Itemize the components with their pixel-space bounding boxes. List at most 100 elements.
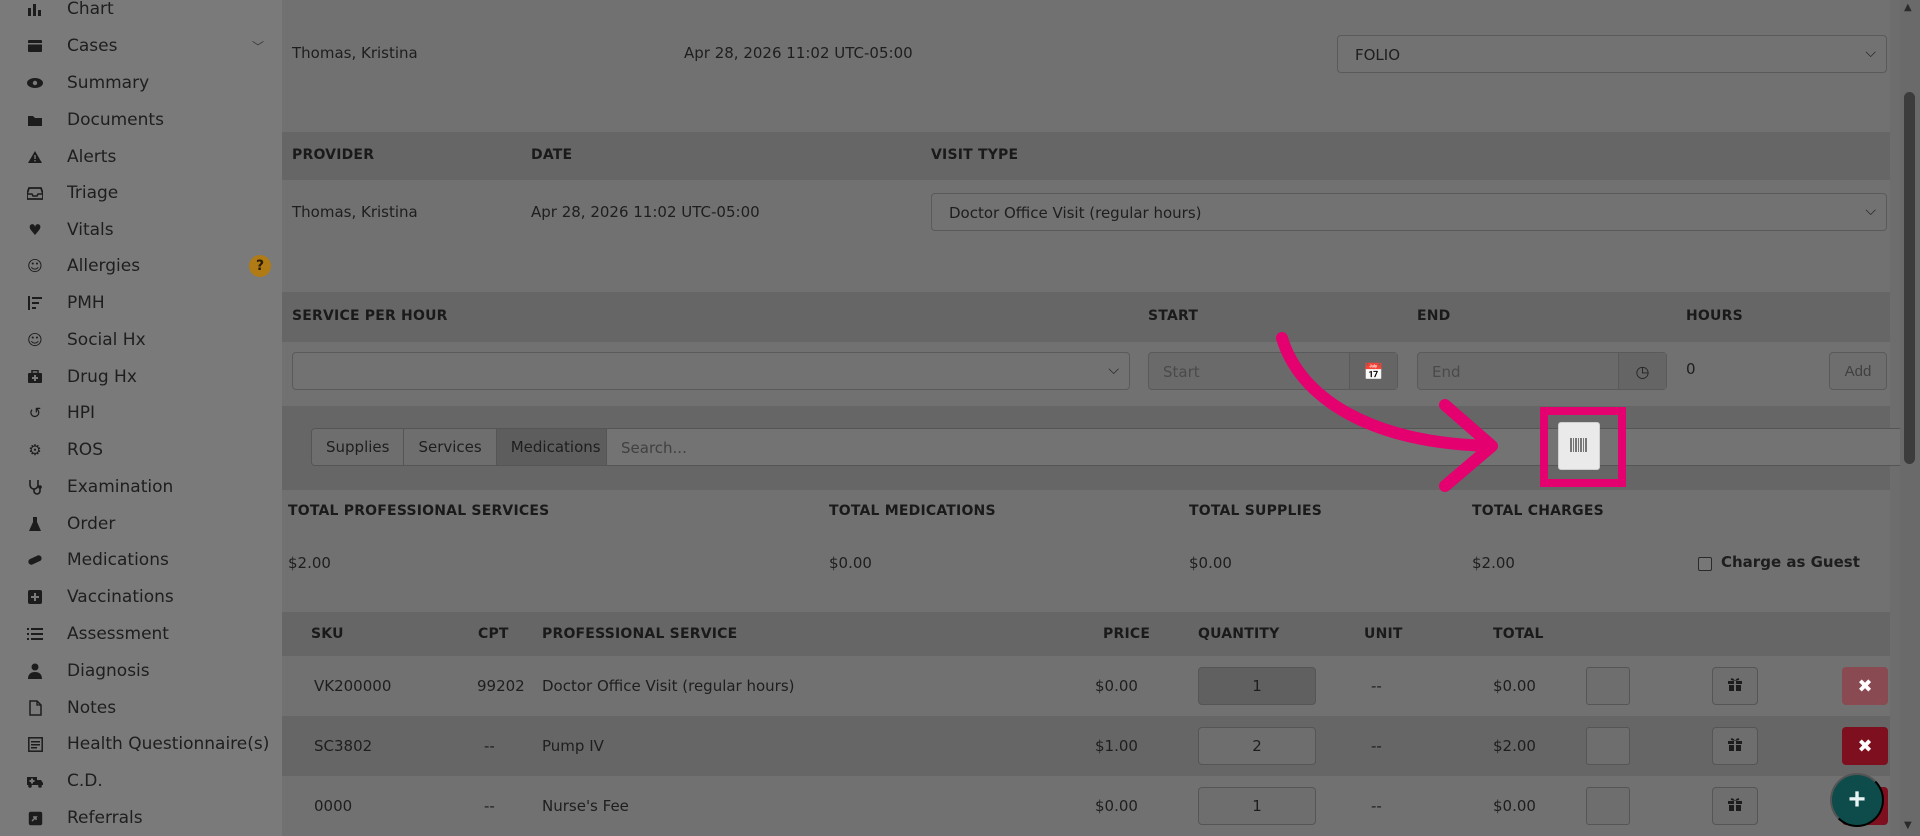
- table-row: SC3802 -- Pump IV $1.00 2 -- $2.00 ✖: [282, 716, 1890, 776]
- sidebar-item-label: Notes: [67, 698, 117, 718]
- sidebar-item-triage[interactable]: Triage: [0, 175, 282, 211]
- row-extra-field[interactable]: [1586, 727, 1630, 765]
- list-icon: [26, 625, 44, 643]
- provider-value: Thomas, Kristina: [292, 203, 418, 221]
- close-icon: ✖: [1857, 735, 1873, 757]
- gift-button[interactable]: [1712, 787, 1758, 825]
- scroll-up-icon[interactable]: ▲: [1904, 2, 1912, 13]
- gift-icon: [1727, 736, 1743, 756]
- sidebar-item-social-hx[interactable]: ☺ Social Hx: [0, 322, 282, 358]
- professional-service-header: PROFESSIONAL SERVICE: [542, 626, 738, 642]
- sidebar-item-medications[interactable]: Medications: [0, 542, 282, 578]
- medkit-icon: [26, 368, 44, 386]
- flask-icon: [26, 515, 44, 533]
- row-extra-field[interactable]: [1586, 787, 1630, 825]
- sidebar-item-examination[interactable]: Examination: [0, 469, 282, 505]
- cpt-header: CPT: [478, 626, 509, 642]
- sidebar-item-hpi[interactable]: ↺ HPI: [0, 395, 282, 431]
- unit-header: UNIT: [1364, 626, 1403, 642]
- sidebar-item-order[interactable]: Order: [0, 506, 282, 542]
- sidebar-item-drug-hx[interactable]: Drug Hx: [0, 359, 282, 395]
- sidebar-item-alerts[interactable]: Alerts: [0, 139, 282, 175]
- created-panel: Thomas, Kristina Apr 28, 2026 11:02 UTC-…: [282, 0, 1890, 132]
- scrollbar-thumb[interactable]: [1904, 92, 1915, 464]
- start-time-input[interactable]: Start 📅: [1148, 352, 1398, 390]
- gift-button[interactable]: [1712, 667, 1758, 705]
- folder-icon: [26, 111, 44, 129]
- add-button[interactable]: Add: [1829, 352, 1887, 390]
- totals-header-row: TOTAL PROFESSIONAL SERVICES TOTAL MEDICA…: [282, 490, 1890, 534]
- help-badge-icon[interactable]: ?: [249, 255, 271, 277]
- quantity-header: QUANTITY: [1198, 626, 1280, 642]
- sidebar-item-summary[interactable]: Summary: [0, 65, 282, 101]
- sku-header: SKU: [311, 626, 344, 642]
- sidebar-item-allergies[interactable]: ☺ Allergies ?: [0, 248, 282, 284]
- row-price: $0.00: [1095, 797, 1138, 815]
- plus-icon: +: [1848, 783, 1866, 816]
- row-extra-field[interactable]: [1586, 667, 1630, 705]
- delete-row-button[interactable]: ✖: [1842, 667, 1888, 705]
- sidebar-item-documents[interactable]: Documents: [0, 102, 282, 138]
- tab-supplies[interactable]: Supplies: [312, 429, 405, 465]
- quantity-input[interactable]: 1: [1198, 667, 1316, 705]
- add-fab-button[interactable]: +: [1830, 773, 1884, 827]
- sidebar-item-ros[interactable]: ⚙ ROS: [0, 432, 282, 468]
- smile-icon: ☺: [27, 330, 43, 349]
- history-icon: ↺: [28, 403, 42, 422]
- sidebar-item-diagnosis[interactable]: Diagnosis: [0, 653, 282, 689]
- date-header: DATE: [531, 147, 573, 163]
- sidebar-item-cd[interactable]: C.D.: [0, 763, 282, 799]
- service-per-hour-select[interactable]: ⌵: [292, 352, 1130, 390]
- barcode-icon: [1569, 437, 1589, 455]
- sidebar-item-pmh[interactable]: PMH: [0, 285, 282, 321]
- row-sku: 0000: [314, 797, 353, 815]
- row-sku: SC3802: [314, 737, 373, 755]
- row-unit: --: [1371, 797, 1382, 815]
- quantity-input[interactable]: 1: [1198, 787, 1316, 825]
- sidebar-item-assessment[interactable]: Assessment: [0, 616, 282, 652]
- catalog-search-input[interactable]: Search... ✕: [606, 428, 1920, 466]
- charge-as-guest-checkbox[interactable]: [1698, 557, 1712, 571]
- row-total: $0.00: [1493, 797, 1536, 815]
- gift-icon: [1727, 676, 1743, 696]
- gift-button[interactable]: [1712, 727, 1758, 765]
- visit-type-header: VISIT TYPE: [931, 147, 1019, 163]
- sidebar-item-label: Examination: [67, 477, 174, 497]
- sidebar-item-chart[interactable]: Chart: [0, 0, 282, 27]
- items-header-row: SKU CPT PROFESSIONAL SERVICE PRICE QUANT…: [282, 612, 1890, 656]
- sidebar-item-vaccinations[interactable]: Vaccinations: [0, 579, 282, 615]
- sidebar-item-label: C.D.: [67, 771, 103, 791]
- sidebar-item-notes[interactable]: Notes: [0, 690, 282, 726]
- sidebar-item-label: Assessment: [67, 624, 169, 644]
- delete-row-button[interactable]: ✖: [1842, 727, 1888, 765]
- sidebar-item-vitals[interactable]: ♥ Vitals: [0, 212, 282, 248]
- tab-services[interactable]: Services: [404, 429, 497, 465]
- sidebar-item-label: Social Hx: [67, 330, 146, 350]
- total-supplies-value: $0.00: [1189, 554, 1232, 572]
- row-service: Pump IV: [542, 737, 604, 755]
- supplement-type-select[interactable]: FOLIO ⌵: [1337, 35, 1887, 73]
- visit-type-select[interactable]: Doctor Office Visit (regular hours) ⌵: [931, 193, 1887, 231]
- sidebar-item-label: Chart: [67, 0, 114, 19]
- sidebar-item-label: Health Questionnaire(s): [67, 734, 270, 754]
- end-time-input[interactable]: End ◷: [1417, 352, 1667, 390]
- sidebar-item-cases[interactable]: Cases ﹀: [0, 28, 282, 64]
- sidebar-item-health-questionnaires[interactable]: Health Questionnaire(s): [0, 726, 282, 762]
- tab-medications[interactable]: Medications: [496, 429, 615, 465]
- service-per-hour-header: SERVICE PER HOUR: [292, 308, 448, 324]
- scroll-down-icon[interactable]: ▼: [1904, 820, 1912, 831]
- vertical-scrollbar[interactable]: ▲ ▼: [1900, 0, 1920, 836]
- barcode-scan-button[interactable]: [1558, 422, 1600, 470]
- sidebar-item-label: Referrals: [67, 808, 143, 828]
- quantity-input[interactable]: 2: [1198, 727, 1316, 765]
- sidebar-item-label: Allergies: [67, 256, 141, 276]
- total-professional-header: TOTAL PROFESSIONAL SERVICES: [288, 503, 550, 519]
- sidebar-item-referrals[interactable]: Referrals: [0, 800, 282, 836]
- clock-icon[interactable]: ◷: [1618, 353, 1666, 389]
- sidebar-item-label: Cases: [67, 36, 118, 56]
- calendar-icon[interactable]: 📅: [1349, 353, 1397, 389]
- chevron-double-down-icon[interactable]: ﹀: [252, 38, 264, 55]
- chevron-down-icon: ⌵: [1865, 203, 1876, 219]
- row-cpt: --: [484, 797, 495, 815]
- row-cpt: 99202: [477, 677, 525, 695]
